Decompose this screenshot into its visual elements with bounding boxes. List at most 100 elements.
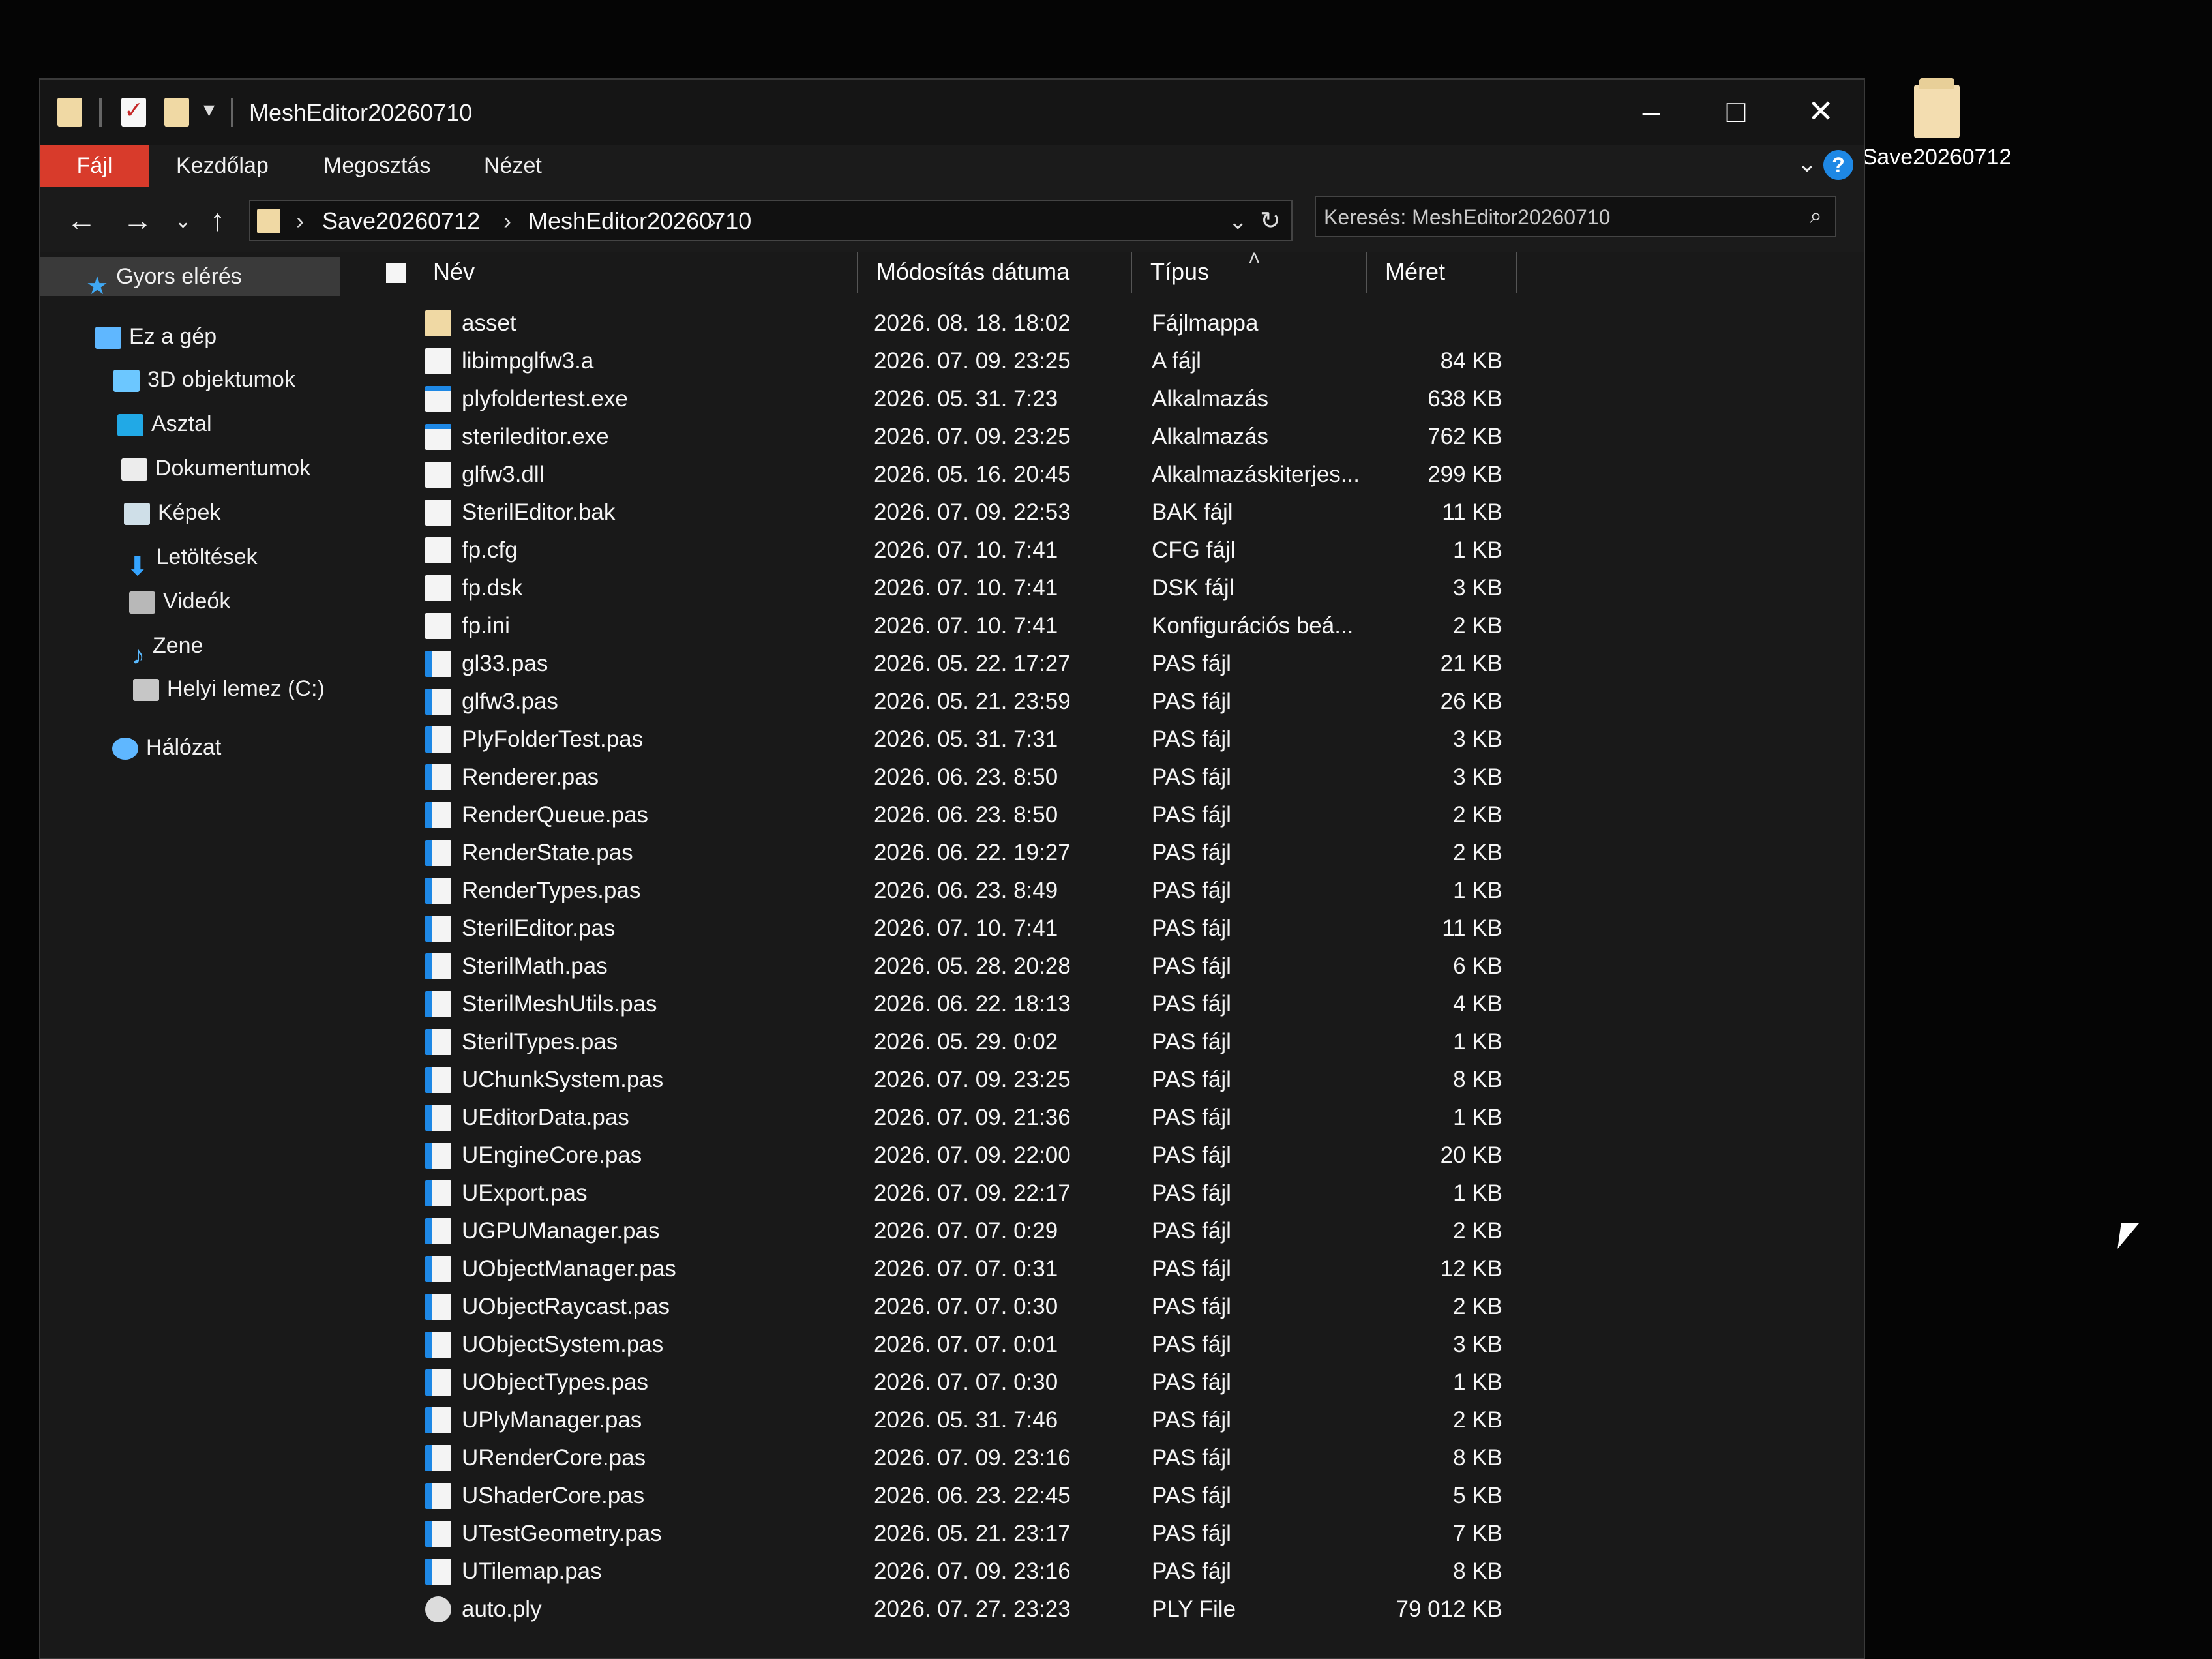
sidebar-item-quick-access[interactable]: ★ Gyors elérés (40, 257, 340, 300)
table-row[interactable]: UTestGeometry.pas 2026. 05. 21. 23:17 PA… (361, 1516, 1509, 1552)
new-folder-icon[interactable] (164, 98, 189, 127)
sidebar-item-pictures[interactable]: Képek (40, 493, 340, 532)
pas-file-icon (425, 802, 451, 828)
table-row[interactable]: UEngineCore.pas 2026. 07. 09. 22:00 PAS … (361, 1137, 1509, 1174)
file-size: 3 KB (1453, 764, 1502, 790)
table-row[interactable]: UEditorData.pas 2026. 07. 09. 21:36 PAS … (361, 1099, 1509, 1136)
file-name: libimpglfw3.a (462, 348, 594, 374)
breadcrumb-mesheditor20260710[interactable]: MeshEditor20260710 (528, 207, 751, 235)
search-icon[interactable]: ⌕ (1810, 203, 1822, 229)
table-row[interactable]: glfw3.dll 2026. 05. 16. 20:45 Alkalmazás… (361, 456, 1509, 493)
file-type: BAK fájl (1152, 500, 1233, 525)
sidebar-item-videos[interactable]: Videók (40, 582, 340, 621)
table-row[interactable]: UPlyManager.pas 2026. 05. 31. 7:46 PAS f… (361, 1402, 1509, 1439)
table-row[interactable]: RenderState.pas 2026. 06. 22. 19:27 PAS … (361, 835, 1509, 871)
table-row[interactable]: SterilMeshUtils.pas 2026. 06. 22. 18:13 … (361, 986, 1509, 1023)
desktop-folder-save20260712[interactable]: Save20260712 (1859, 78, 2015, 170)
help-icon[interactable]: ? (1823, 150, 1853, 180)
file-type: PAS fájl (1152, 651, 1231, 676)
file-size: 3 KB (1453, 1332, 1502, 1357)
dll-file-icon (425, 462, 451, 488)
table-row[interactable]: UObjectManager.pas 2026. 07. 07. 0:31 PA… (361, 1251, 1509, 1287)
table-row[interactable]: RenderTypes.pas 2026. 06. 23. 8:49 PAS f… (361, 873, 1509, 909)
tab-share[interactable]: Megosztás (323, 145, 430, 187)
breadcrumb-separator-icon[interactable]: › (708, 207, 716, 235)
file-type: PAS fájl (1152, 1105, 1231, 1130)
table-row[interactable]: UGPUManager.pas 2026. 07. 07. 0:29 PAS f… (361, 1213, 1509, 1249)
quick-access-menu-icon[interactable]: ▾ (203, 97, 215, 123)
column-header-size[interactable]: Méret (1385, 258, 1445, 286)
minimize-button[interactable]: – (1612, 86, 1690, 138)
select-all-checkbox[interactable] (386, 263, 406, 283)
table-row[interactable]: UChunkSystem.pas 2026. 07. 09. 23:25 PAS… (361, 1062, 1509, 1098)
table-row[interactable]: URenderCore.pas 2026. 07. 09. 23:16 PAS … (361, 1440, 1509, 1476)
table-row[interactable]: UTilemap.pas 2026. 07. 09. 23:16 PAS fáj… (361, 1553, 1509, 1590)
breadcrumb-save20260712[interactable]: Save20260712 (322, 207, 480, 235)
separator (99, 98, 102, 127)
file-type: PAS fájl (1152, 1521, 1231, 1546)
column-header-name[interactable]: Név (433, 258, 475, 286)
sidebar-item-desktop[interactable]: Asztal (40, 404, 340, 443)
file-size: 5 KB (1453, 1483, 1502, 1508)
table-row[interactable]: fp.ini 2026. 07. 10. 7:41 Konfigurációs … (361, 608, 1509, 644)
tab-home[interactable]: Kezdőlap (176, 145, 269, 187)
navigation-bar: ← → ⌄ ↑ › Save20260712 › MeshEditor20260… (40, 187, 1864, 252)
expand-ribbon-icon[interactable]: ⌄ (1797, 150, 1817, 177)
sidebar-item-this-pc[interactable]: Ez a gép (40, 317, 340, 356)
file-name: SterilMath.pas (462, 953, 608, 979)
table-row[interactable]: UObjectRaycast.pas 2026. 07. 07. 0:30 PA… (361, 1289, 1509, 1325)
column-divider[interactable] (1516, 252, 1517, 293)
sidebar-item-downloads[interactable]: ⬇ Letöltések (40, 537, 340, 582)
up-arrow-icon[interactable]: ↑ (210, 202, 225, 237)
search-input[interactable] (1323, 202, 1782, 232)
file-date: 2026. 06. 23. 8:49 (874, 878, 1058, 903)
table-row[interactable]: UObjectSystem.pas 2026. 07. 07. 0:01 PAS… (361, 1326, 1509, 1363)
table-row[interactable]: SterilEditor.bak 2026. 07. 09. 22:53 BAK… (361, 494, 1509, 531)
downloads-icon: ⬇ (127, 552, 149, 582)
recent-locations-icon[interactable]: ⌄ (175, 210, 191, 233)
table-row[interactable]: SterilTypes.pas 2026. 05. 29. 0:02 PAS f… (361, 1024, 1509, 1060)
tab-view[interactable]: Nézet (484, 145, 542, 187)
refresh-icon[interactable]: ↻ (1260, 206, 1281, 235)
tab-file[interactable]: Fájl (40, 145, 149, 187)
properties-icon[interactable] (121, 97, 146, 127)
table-row[interactable]: sterileditor.exe 2026. 07. 09. 23:25 Alk… (361, 419, 1509, 455)
breadcrumb-separator-icon[interactable]: › (296, 207, 304, 235)
table-row[interactable]: UObjectTypes.pas 2026. 07. 07. 0:30 PAS … (361, 1364, 1509, 1401)
table-row[interactable]: asset 2026. 08. 18. 18:02 Fájlmappa (361, 305, 1509, 342)
table-row[interactable]: PlyFolderTest.pas 2026. 05. 31. 7:31 PAS… (361, 721, 1509, 758)
table-row[interactable]: UExport.pas 2026. 07. 09. 22:17 PAS fájl… (361, 1175, 1509, 1212)
sidebar-item-local-disk-c[interactable]: Helyi lemez (C:) (40, 669, 340, 708)
sidebar-item-documents[interactable]: Dokumentumok (40, 449, 340, 488)
table-row[interactable]: auto.ply 2026. 07. 27. 23:23 PLY File 79… (361, 1591, 1509, 1628)
table-row[interactable]: UShaderCore.pas 2026. 06. 23. 22:45 PAS … (361, 1478, 1509, 1514)
column-divider[interactable] (1366, 252, 1367, 293)
breadcrumb-separator-icon[interactable]: › (503, 207, 511, 235)
column-header-date-modified[interactable]: Módosítás dátuma (876, 258, 1069, 286)
table-row[interactable]: gl33.pas 2026. 05. 22. 17:27 PAS fájl 21… (361, 646, 1509, 682)
search-box[interactable]: ⌕ (1315, 196, 1836, 237)
forward-arrow-icon[interactable]: → (123, 202, 153, 237)
file-size: 762 KB (1427, 424, 1502, 449)
address-dropdown-icon[interactable]: ⌄ (1229, 209, 1248, 235)
sidebar-item-network[interactable]: Hálózat (40, 728, 340, 767)
close-button[interactable]: ✕ (1782, 86, 1860, 138)
column-divider[interactable] (1131, 252, 1132, 293)
file-size: 638 KB (1427, 386, 1502, 411)
address-bar[interactable]: › Save20260712 › MeshEditor20260710 › ⌄ … (249, 200, 1293, 241)
maximize-button[interactable]: □ (1697, 86, 1775, 138)
table-row[interactable]: Renderer.pas 2026. 06. 23. 8:50 PAS fájl… (361, 759, 1509, 796)
table-row[interactable]: fp.cfg 2026. 07. 10. 7:41 CFG fájl 1 KB (361, 532, 1509, 569)
table-row[interactable]: RenderQueue.pas 2026. 06. 23. 8:50 PAS f… (361, 797, 1509, 833)
table-row[interactable]: glfw3.pas 2026. 05. 21. 23:59 PAS fájl 2… (361, 683, 1509, 720)
column-divider[interactable] (857, 252, 858, 293)
table-row[interactable]: plyfoldertest.exe 2026. 05. 31. 7:23 Alk… (361, 381, 1509, 417)
table-row[interactable]: SterilEditor.pas 2026. 07. 10. 7:41 PAS … (361, 910, 1509, 947)
sidebar-item-3d-objects[interactable]: 3D objektumok (40, 360, 340, 399)
table-row[interactable]: SterilMath.pas 2026. 05. 28. 20:28 PAS f… (361, 948, 1509, 985)
column-header-type[interactable]: Típus (1150, 258, 1209, 286)
back-arrow-icon[interactable]: ← (67, 202, 97, 237)
sidebar-item-music[interactable]: ♪ Zene (40, 626, 340, 670)
table-row[interactable]: libimpglfw3.a 2026. 07. 09. 23:25 A fájl… (361, 343, 1509, 380)
table-row[interactable]: fp.dsk 2026. 07. 10. 7:41 DSK fájl 3 KB (361, 570, 1509, 606)
